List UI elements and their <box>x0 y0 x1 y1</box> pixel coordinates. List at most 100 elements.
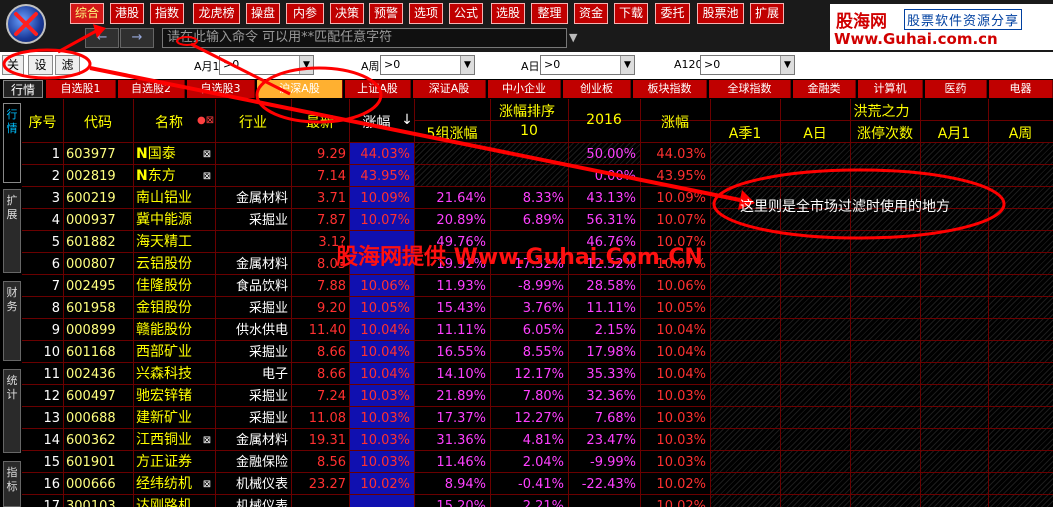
app-logo[interactable] <box>6 4 46 44</box>
row-latest: 7.88 <box>317 279 346 294</box>
tab-11[interactable]: 金融类 <box>793 80 856 98</box>
header-industry[interactable]: 行业 <box>215 112 291 132</box>
tab-3[interactable]: 自选股3 <box>187 80 255 98</box>
header-2016[interactable]: 2016 <box>568 112 640 128</box>
header-aw[interactable]: A周 <box>988 123 1053 143</box>
side-tab-0[interactable]: 行情 <box>3 103 21 183</box>
header-limit[interactable]: 涨停次数 <box>850 123 920 143</box>
row-latest: 8.56 <box>317 455 346 470</box>
sort-arrow-icon[interactable]: ↓ <box>400 112 414 128</box>
filter-apply-button[interactable]: 滤 <box>55 55 80 75</box>
row-mark-icon: ⊠ <box>202 149 212 160</box>
table-row[interactable]: 16 000666 经纬纺机 ⊠ 机械仪表 23.27 10.02% 8.94% -0.41% -… <box>22 474 1053 495</box>
filter-select-a120[interactable]: >0 ▼ <box>700 55 795 75</box>
command-input[interactable]: 请在此输入命令 可以用**匹配任意字符 <box>162 28 567 48</box>
filter-label-a120: A120 <box>674 58 703 71</box>
row-2016: -9.99% <box>590 455 636 470</box>
row-seq: 7 <box>51 279 60 294</box>
header-right-group[interactable]: 洪荒之力 <box>710 101 1053 121</box>
tab-13[interactable]: 医药 <box>925 80 987 98</box>
menu-9[interactable]: 公式 <box>449 3 483 24</box>
row-change2: 10.07% <box>656 213 706 228</box>
row-2016: 56.31% <box>586 213 636 228</box>
table-row[interactable]: 14 600362 江西铜业 ⊠ 金属材料 19.31 10.03% 31.36% 4.81% 2… <box>22 430 1053 451</box>
side-tab-2[interactable]: 财务 <box>3 281 21 361</box>
header-ad[interactable]: A日 <box>780 123 850 143</box>
menu-3[interactable]: 龙虎榜 <box>193 3 240 24</box>
menu-16[interactable]: 扩展 <box>750 3 784 24</box>
menu-15[interactable]: 股票池 <box>697 3 744 24</box>
menu-1[interactable]: 港股 <box>110 3 144 24</box>
table-row[interactable]: 10 601168 西部矿业 采掘业 8.66 10.04% 16.55% 8.55% 17.9… <box>22 342 1053 363</box>
tab-6[interactable]: 深证A股 <box>413 80 486 98</box>
filter-select-am1[interactable]: >0 ▼ <box>219 55 314 75</box>
header-change2[interactable]: 涨幅 <box>640 112 710 132</box>
table-row[interactable]: 13 000688 建新矿业 采掘业 11.08 10.03% 17.37% 12.27% 7.… <box>22 408 1053 429</box>
tab-0[interactable]: 行情 <box>3 80 43 98</box>
menu-8[interactable]: 选项 <box>409 3 443 24</box>
header-code[interactable]: 代码 <box>63 112 133 132</box>
tab-9[interactable]: 板块指数 <box>633 80 707 98</box>
table-row[interactable]: 11 002436 兴森科技 电子 8.66 10.04% 14.10% 12.17% 35.3… <box>22 364 1053 385</box>
tab-10[interactable]: 全球指数 <box>709 80 791 98</box>
row-change: 10.03% <box>360 389 410 404</box>
table-row[interactable]: 7 002495 佳隆股份 食品饮料 7.88 10.06% 11.93% -8.99% 28.… <box>22 276 1053 297</box>
row-rank10: 12.27% <box>514 411 564 426</box>
table-row[interactable]: 2 002819 N东方 ⊠ 7.14 43.95% 0.00% 43.95% <box>22 166 1053 187</box>
side-tab-4[interactable]: 指标 <box>3 461 21 507</box>
table-row[interactable]: 17 300103 达刚路机 机械仪表 15.20% 2.21% 10.02% <box>22 496 1053 507</box>
header-rank-sub[interactable]: 5组涨幅 <box>414 123 490 143</box>
header-change[interactable]: 涨幅 <box>349 112 404 132</box>
menu-14[interactable]: 委托 <box>655 3 690 24</box>
menu-7[interactable]: 预警 <box>369 3 403 24</box>
filter-select-ad[interactable]: >0 ▼ <box>540 55 635 75</box>
filter-settings-button[interactable]: 设 <box>28 55 53 75</box>
filter-close-button[interactable]: 关 <box>2 55 24 75</box>
table-row[interactable]: 12 600497 驰宏锌锗 采掘业 7.24 10.03% 21.89% 7.80% 32.3… <box>22 386 1053 407</box>
table-row[interactable]: 1 603977 N国泰 ⊠ 9.29 44.03% 50.00% 44.03% <box>22 144 1053 165</box>
tab-14[interactable]: 电器 <box>989 80 1053 98</box>
filter-select-aw[interactable]: >0 ▼ <box>380 55 475 75</box>
row-rank10: 4.81% <box>522 433 564 448</box>
row-industry: 采掘业 <box>248 389 288 404</box>
side-tab-1[interactable]: 扩展 <box>3 189 21 273</box>
row-group5 <box>414 144 486 165</box>
tab-12[interactable]: 计算机 <box>858 80 923 98</box>
row-change2: 10.09% <box>656 191 706 206</box>
header-seq[interactable]: 序号 <box>22 112 63 132</box>
tab-5[interactable]: 上证A股 <box>345 80 411 98</box>
table-row[interactable]: 9 000899 赣能股份 供水供电 11.40 10.04% 11.11% 6.05% 2.1… <box>22 320 1053 341</box>
side-tab-3[interactable]: 统计 <box>3 369 21 453</box>
tab-1[interactable]: 自选股1 <box>46 80 116 98</box>
table-row[interactable]: 8 601958 金钼股份 采掘业 9.20 10.05% 15.43% 3.76% 11.11… <box>22 298 1053 319</box>
menu-0[interactable]: 综合 <box>70 3 104 24</box>
menu-12[interactable]: 资金 <box>574 3 608 24</box>
row-2016: 0.00% <box>594 169 636 184</box>
menu-13[interactable]: 下载 <box>614 3 648 24</box>
tab-4[interactable]: 沪深A股 <box>257 80 343 98</box>
row-seq: 10 <box>43 345 60 360</box>
row-change <box>350 496 410 507</box>
chevron-down-icon: ▼ <box>299 56 313 74</box>
tab-7[interactable]: 中小企业 <box>488 80 561 98</box>
tab-8[interactable]: 创业板 <box>563 80 631 98</box>
menu-2[interactable]: 指数 <box>150 3 184 24</box>
row-seq: 1 <box>51 147 60 162</box>
row-industry: 金属材料 <box>235 191 288 206</box>
table-row[interactable]: 15 601901 方正证券 金融保险 8.56 10.03% 11.46% 2.04% -9.… <box>22 452 1053 473</box>
row-code: 002436 <box>66 367 116 382</box>
header-am1[interactable]: A月1 <box>920 123 988 143</box>
header-aq1[interactable]: A季1 <box>710 123 780 143</box>
row-rank10: 3.76% <box>522 301 564 316</box>
chevron-down-icon[interactable]: ▼ <box>569 31 577 44</box>
header-rank-10[interactable]: 10 <box>490 123 568 139</box>
menu-5[interactable]: 内参 <box>286 3 324 24</box>
menu-4[interactable]: 操盘 <box>246 3 280 24</box>
back-button[interactable]: ← <box>85 28 119 48</box>
tab-2[interactable]: 自选股2 <box>118 80 185 98</box>
header-latest[interactable]: 最新 <box>291 112 349 132</box>
menu-10[interactable]: 选股 <box>491 3 525 24</box>
menu-11[interactable]: 整理 <box>531 3 568 24</box>
menu-6[interactable]: 决策 <box>330 3 364 24</box>
forward-button[interactable]: → <box>120 28 154 48</box>
